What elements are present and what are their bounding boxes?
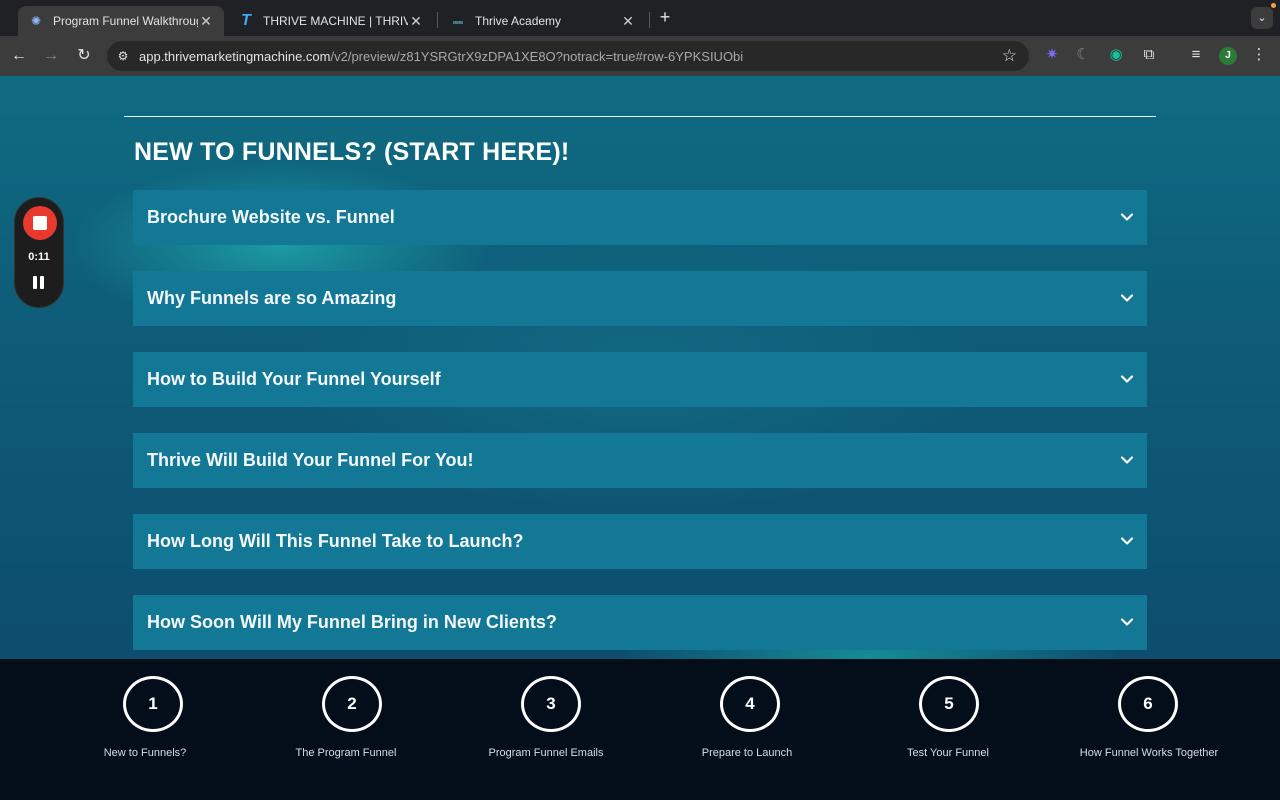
accordion-item[interactable]: How to Build Your Funnel Yourself (133, 352, 1147, 407)
step-label: Test Your Funnel (907, 747, 989, 759)
bookmark-star-icon[interactable]: ☆ (1002, 46, 1017, 66)
reading-list-icon[interactable]: ≡ (1186, 45, 1206, 65)
tab-thrive-academy[interactable]: ▬ Thrive Academy ✕ (440, 6, 646, 36)
step-number: 3 (521, 676, 581, 732)
thrive-t-icon: T (241, 12, 251, 29)
step-6[interactable]: 6 How Funnel Works Together (1049, 659, 1249, 800)
chevron-down-icon (1120, 294, 1134, 302)
close-icon[interactable]: ✕ (198, 13, 214, 30)
chevron-down-icon (1120, 618, 1134, 626)
tab-title: THRIVE MACHINE | THRIVE A (263, 14, 408, 28)
accordion-item[interactable]: How Soon Will My Funnel Bring in New Cli… (133, 595, 1147, 650)
pause-icon (33, 276, 37, 289)
chevron-down-icon (1120, 456, 1134, 464)
tab-separator (649, 12, 650, 28)
tab-title: Thrive Academy (475, 14, 562, 28)
extension-sparkle-icon[interactable]: ✷ (1042, 45, 1062, 65)
screen-recorder-widget: 0:11 (14, 197, 64, 308)
section-heading: NEW TO FUNNELS? (START HERE)! (134, 138, 570, 166)
tab-search-button[interactable]: ⌄ (1251, 7, 1273, 29)
tab-separator (437, 12, 438, 28)
stop-icon (33, 216, 47, 230)
stop-recording-button[interactable] (23, 206, 57, 240)
reload-button[interactable]: ↻ (72, 44, 96, 68)
step-4[interactable]: 4 Prepare to Launch (647, 659, 847, 800)
step-label: The Program Funnel (295, 747, 397, 759)
step-number: 6 (1118, 676, 1178, 732)
step-3[interactable]: 3 Program Funnel Emails (446, 659, 646, 800)
step-label: Prepare to Launch (701, 747, 793, 759)
grammarly-icon[interactable]: ◉ (1106, 45, 1126, 65)
page-content: NEW TO FUNNELS? (START HERE)! Brochure W… (0, 76, 1280, 659)
extension-c-icon[interactable]: ☾ (1073, 45, 1093, 65)
tab-program-funnel-walkthrough[interactable]: ✺ Program Funnel Walkthrough ✕ (18, 6, 224, 36)
step-number: 5 (919, 676, 979, 732)
site-info-icon[interactable]: ⚙ (115, 48, 131, 64)
recording-timer: 0:11 (28, 251, 50, 263)
step-5[interactable]: 5 Test Your Funnel (848, 659, 1048, 800)
step-navigation: 1 New to Funnels? 2 The Program Funnel 3… (0, 659, 1280, 800)
address-bar[interactable]: ⚙ app.thrivemarketingmachine.com/v2/prev… (107, 41, 1029, 71)
close-icon[interactable]: ✕ (620, 13, 636, 30)
new-tab-button[interactable]: + (654, 8, 676, 28)
menu-kebab-icon[interactable]: ⋮ (1249, 45, 1269, 65)
tab-thrive-machine[interactable]: T THRIVE MACHINE | THRIVE A ✕ (228, 6, 434, 36)
url-path: /v2/preview/z81YSRGtrX9zDPA1XE8O?notrack… (330, 49, 744, 64)
step-label: New to Funnels? (103, 747, 187, 759)
forward-button[interactable]: → (39, 44, 63, 68)
chevron-down-icon (1120, 537, 1134, 545)
close-icon[interactable]: ✕ (408, 13, 424, 30)
page-icon: ▬ (453, 15, 463, 27)
pause-recording-button[interactable] (32, 276, 46, 290)
step-1[interactable]: 1 New to Funnels? (45, 659, 245, 800)
divider (124, 116, 1156, 117)
step-label: Program Funnel Emails (488, 747, 604, 759)
accordion-label: How to Build Your Funnel Yourself (147, 369, 441, 389)
step-label: How Funnel Works Together (1079, 747, 1219, 759)
notification-dot (1271, 3, 1276, 8)
accordion-label: Brochure Website vs. Funnel (147, 207, 395, 227)
back-button[interactable]: ← (7, 44, 31, 68)
accordion-item[interactable]: How Long Will This Funnel Take to Launch… (133, 514, 1147, 569)
url-host: app.thrivemarketingmachine.com (139, 49, 331, 64)
accordion-item[interactable]: Brochure Website vs. Funnel (133, 190, 1147, 245)
tab-title: Program Funnel Walkthrough (53, 14, 198, 28)
profile-avatar[interactable]: J (1219, 47, 1237, 65)
accordion-item[interactable]: Thrive Will Build Your Funnel For You! (133, 433, 1147, 488)
step-number: 1 (123, 676, 183, 732)
accordion-label: Thrive Will Build Your Funnel For You! (147, 450, 474, 470)
accordion-item[interactable]: Why Funnels are so Amazing (133, 271, 1147, 326)
chevron-down-icon (1120, 213, 1134, 221)
loom-icon: ✺ (30, 14, 42, 28)
chevron-down-icon (1120, 375, 1134, 383)
accordion-label: Why Funnels are so Amazing (147, 288, 397, 308)
browser-tab-strip: ✺ Program Funnel Walkthrough ✕ T THRIVE … (0, 0, 1280, 36)
step-number: 2 (322, 676, 382, 732)
pause-icon (40, 276, 44, 289)
extensions-puzzle-icon[interactable]: ⧉ (1139, 45, 1159, 65)
step-2[interactable]: 2 The Program Funnel (246, 659, 446, 800)
accordion-label: How Long Will This Funnel Take to Launch… (147, 531, 524, 551)
accordion-label: How Soon Will My Funnel Bring in New Cli… (147, 612, 557, 632)
step-number: 4 (720, 676, 780, 732)
url-text[interactable]: app.thrivemarketingmachine.com/v2/previe… (139, 49, 743, 64)
